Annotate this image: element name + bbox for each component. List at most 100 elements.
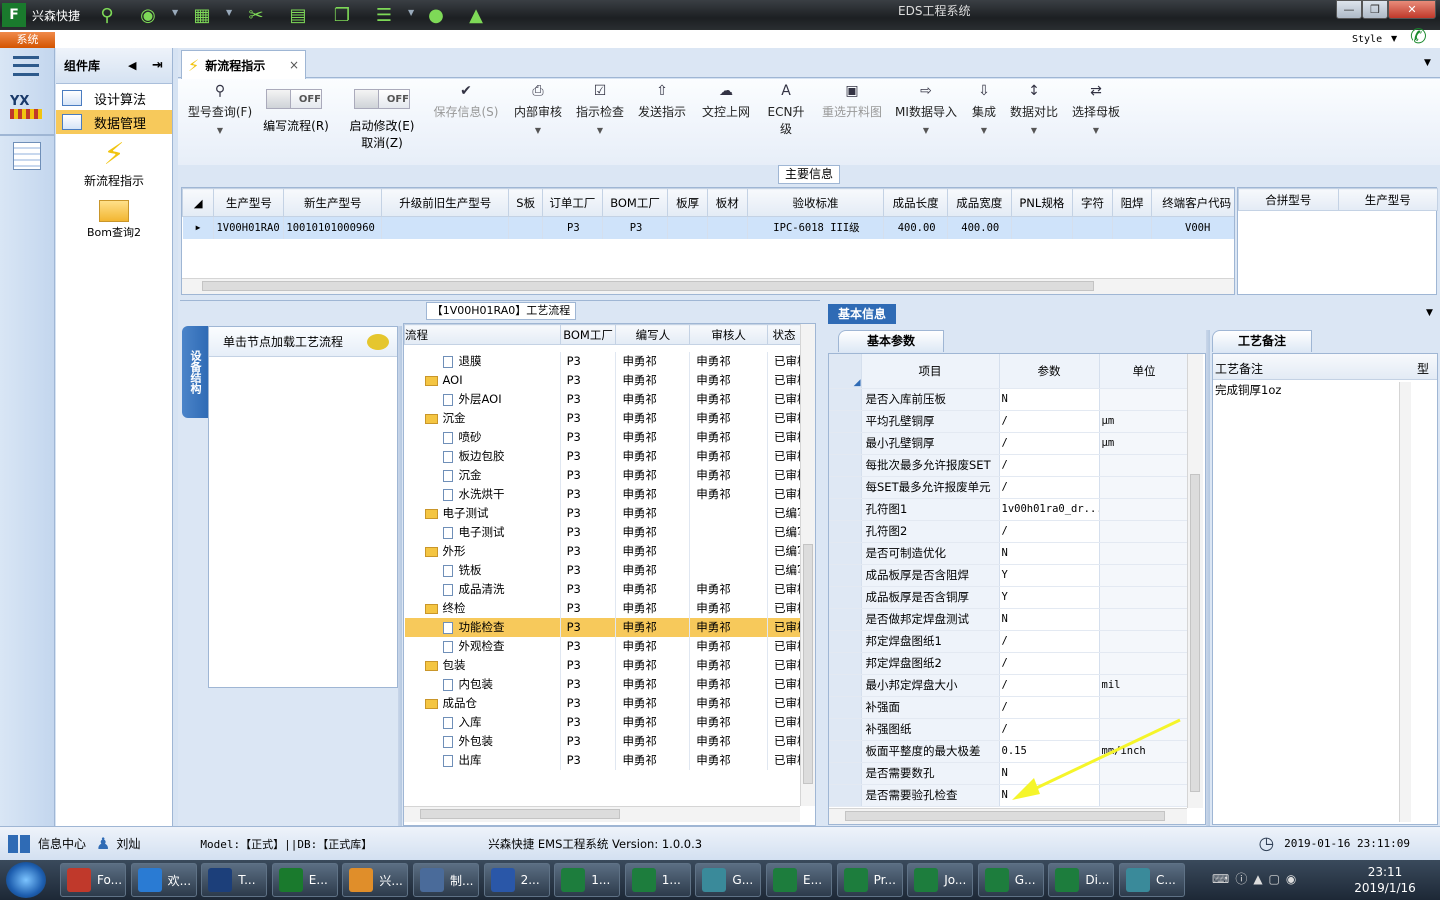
chevron-down-icon[interactable]: ▼ <box>966 126 1002 135</box>
tree-row[interactable]: 终检P3申勇祁申勇祁已审核 <box>404 598 802 618</box>
taskbar-item[interactable]: C... <box>1119 863 1185 897</box>
tree-row[interactable]: 包装P3申勇祁申勇祁已审核 <box>404 655 802 675</box>
device-structure-tab[interactable]: 设备结构 <box>182 326 208 418</box>
column-header[interactable]: 生产型号 <box>1337 188 1438 211</box>
tree-row[interactable]: 外包装P3申勇祁申勇祁已审核 <box>404 731 802 751</box>
tree-row[interactable]: 电子测试 P3申勇祁 已编写 <box>404 503 802 523</box>
vertical-splitter[interactable] <box>398 326 402 826</box>
param-value[interactable]: 1v00h01ra0_dr... <box>999 498 1100 521</box>
system-tab[interactable]: 系统 <box>0 32 55 48</box>
table-icon[interactable]: ▦ <box>190 3 214 27</box>
yx-logo-icon[interactable]: YX <box>10 94 42 126</box>
chart-icon[interactable]: ▲ <box>464 3 488 27</box>
table-cell[interactable]: P3 <box>602 216 669 239</box>
chevron-down-icon[interactable]: ▼ <box>1070 126 1122 135</box>
column-header[interactable]: 审核人 <box>689 324 768 345</box>
collapse-icon[interactable]: ◀ <box>128 59 136 72</box>
scroll-thumb[interactable] <box>1190 474 1200 792</box>
tree-row[interactable]: 退膜P3申勇祁申勇祁已审核 <box>404 351 802 371</box>
instruction-check-button[interactable]: ☑ 指示检查 ▼ <box>574 83 626 135</box>
close-button[interactable]: ✕ <box>1388 0 1436 19</box>
tree-row[interactable]: 内包装P3申勇祁申勇祁已审核 <box>404 674 802 694</box>
phone-icon[interactable]: ✆ <box>1410 24 1427 48</box>
param-row[interactable]: 每SET最多允许报废单元 / <box>829 476 1190 499</box>
chevron-down-icon[interactable]: ▼ <box>408 8 414 17</box>
table-cell[interactable] <box>667 216 708 239</box>
tree-row[interactable]: 成品清洗P3申勇祁申勇祁已审核 <box>404 579 802 599</box>
start-button[interactable] <box>6 862 46 898</box>
table-cell[interactable] <box>508 216 544 239</box>
chevron-down-icon[interactable]: ▼ <box>184 126 256 135</box>
param-value[interactable]: N <box>999 542 1100 565</box>
param-row[interactable]: 成品板厚是否含铜厚 Y <box>829 586 1190 609</box>
ecn-upgrade-button[interactable]: A ECN升级 <box>762 83 810 137</box>
tree-row[interactable]: 功能检查P3申勇祁申勇祁已审核 <box>404 617 802 637</box>
taskbar-item[interactable]: 1... <box>624 863 691 897</box>
tree-row[interactable]: 电子测试 P3申勇祁 已编写 <box>404 522 802 542</box>
param-value[interactable]: / <box>999 630 1100 653</box>
chevron-down-icon[interactable]: ▼ <box>574 126 626 135</box>
table-cell[interactable]: 1V00H01RA0 <box>213 216 285 239</box>
param-row[interactable]: 是否做邦定焊盘测试 N <box>829 608 1190 631</box>
param-row[interactable]: 最小孔壁铜厚 / μm <box>829 432 1190 455</box>
column-header[interactable]: 终端客户代码 <box>1151 188 1234 217</box>
column-header[interactable]: 阻焊 <box>1111 188 1153 217</box>
tree-row[interactable]: 出库P3申勇祁申勇祁已审核 <box>404 750 802 770</box>
table-cell[interactable]: 400.00 <box>947 216 1012 239</box>
column-header[interactable]: 升级前旧生产型号 <box>381 188 510 217</box>
table-cell[interactable] <box>1072 216 1113 239</box>
tree-row[interactable]: 外观检查P3申勇祁申勇祁已审核 <box>404 636 802 656</box>
tab-new-process[interactable]: ⚡ 新流程指示 × <box>181 50 306 79</box>
scroll-thumb[interactable] <box>420 809 620 819</box>
copy-icon[interactable]: ❐ <box>330 3 354 27</box>
chevron-down-icon[interactable]: ▼ <box>1426 308 1433 318</box>
taskbar-item[interactable]: Di... <box>1048 863 1115 897</box>
vertical-scrollbar[interactable] <box>1399 382 1411 822</box>
param-row[interactable]: 是否可制造优化 N <box>829 542 1190 565</box>
column-header[interactable]: 板厚 <box>667 188 708 217</box>
param-value[interactable]: Y <box>999 586 1100 609</box>
bom-query-action[interactable]: Bom查询2 <box>56 196 172 240</box>
style-menu[interactable]: Style <box>1352 34 1382 45</box>
param-value[interactable]: N <box>999 608 1100 631</box>
globe-icon[interactable]: ◉ <box>136 3 160 27</box>
tree-row[interactable]: 沉金P3申勇祁申勇祁已审核 <box>404 465 802 485</box>
table-cell[interactable] <box>707 216 748 239</box>
column-header[interactable]: 生产型号 <box>213 188 285 217</box>
column-header[interactable]: 订单工厂 <box>542 188 603 217</box>
user-icon[interactable]: ● <box>424 3 448 27</box>
taskbar-item[interactable]: E... <box>766 863 832 897</box>
column-header[interactable]: 项目 <box>861 354 1000 389</box>
tree-row[interactable]: 外层AOIP3申勇祁申勇祁已审核 <box>404 389 802 409</box>
taskbar-item[interactable]: 欢... <box>130 863 197 897</box>
param-row[interactable]: 平均孔壁铜厚 / μm <box>829 410 1190 433</box>
taskbar-item[interactable]: 1... <box>554 863 621 897</box>
tab-process-remarks[interactable]: 工艺备注 <box>1212 330 1312 352</box>
pin-icon[interactable]: ⇥ <box>152 58 163 73</box>
tree-row[interactable]: 喷砂P3申勇祁申勇祁已审核 <box>404 427 802 447</box>
list-icon[interactable]: ☰ <box>372 3 396 27</box>
column-header[interactable]: 编写人 <box>615 324 691 345</box>
param-row[interactable]: 最小邦定焊盘大小 / mil <box>829 674 1190 697</box>
param-value[interactable]: N <box>999 388 1100 411</box>
close-icon[interactable]: × <box>289 58 299 72</box>
param-row[interactable]: 是否入库前压板 N <box>829 388 1190 411</box>
taskbar-item[interactable]: Fo... <box>60 863 126 897</box>
tree-row[interactable]: 板边包胶P3申勇祁申勇祁已审核 <box>404 446 802 466</box>
param-row[interactable]: 邦定焊盘图纸2/ <box>829 652 1190 675</box>
param-value[interactable]: / <box>999 476 1100 499</box>
vertical-scrollbar[interactable] <box>1187 354 1203 808</box>
column-header[interactable]: 型 <box>1417 360 1429 377</box>
column-header[interactable]: 成品长度 <box>883 188 948 217</box>
param-value[interactable]: / <box>999 432 1100 455</box>
chevron-down-icon[interactable]: ▼ <box>512 126 564 135</box>
new-process-action[interactable]: ⚡ 新流程指示 <box>56 138 172 189</box>
tree-row[interactable]: 水洗烘干P3申勇祁申勇祁已审核 <box>404 484 802 504</box>
column-header[interactable]: 合拼型号 <box>1238 188 1339 211</box>
doc-control-online-button[interactable]: ☁ 文控上网 <box>698 83 754 120</box>
column-header[interactable]: 验收标准 <box>746 188 885 217</box>
maximize-button[interactable]: ❒ <box>1362 0 1388 19</box>
param-value[interactable]: / <box>999 454 1100 477</box>
vertical-scrollbar[interactable] <box>800 324 815 806</box>
chevron-down-icon[interactable]: ▼ <box>1008 126 1060 135</box>
